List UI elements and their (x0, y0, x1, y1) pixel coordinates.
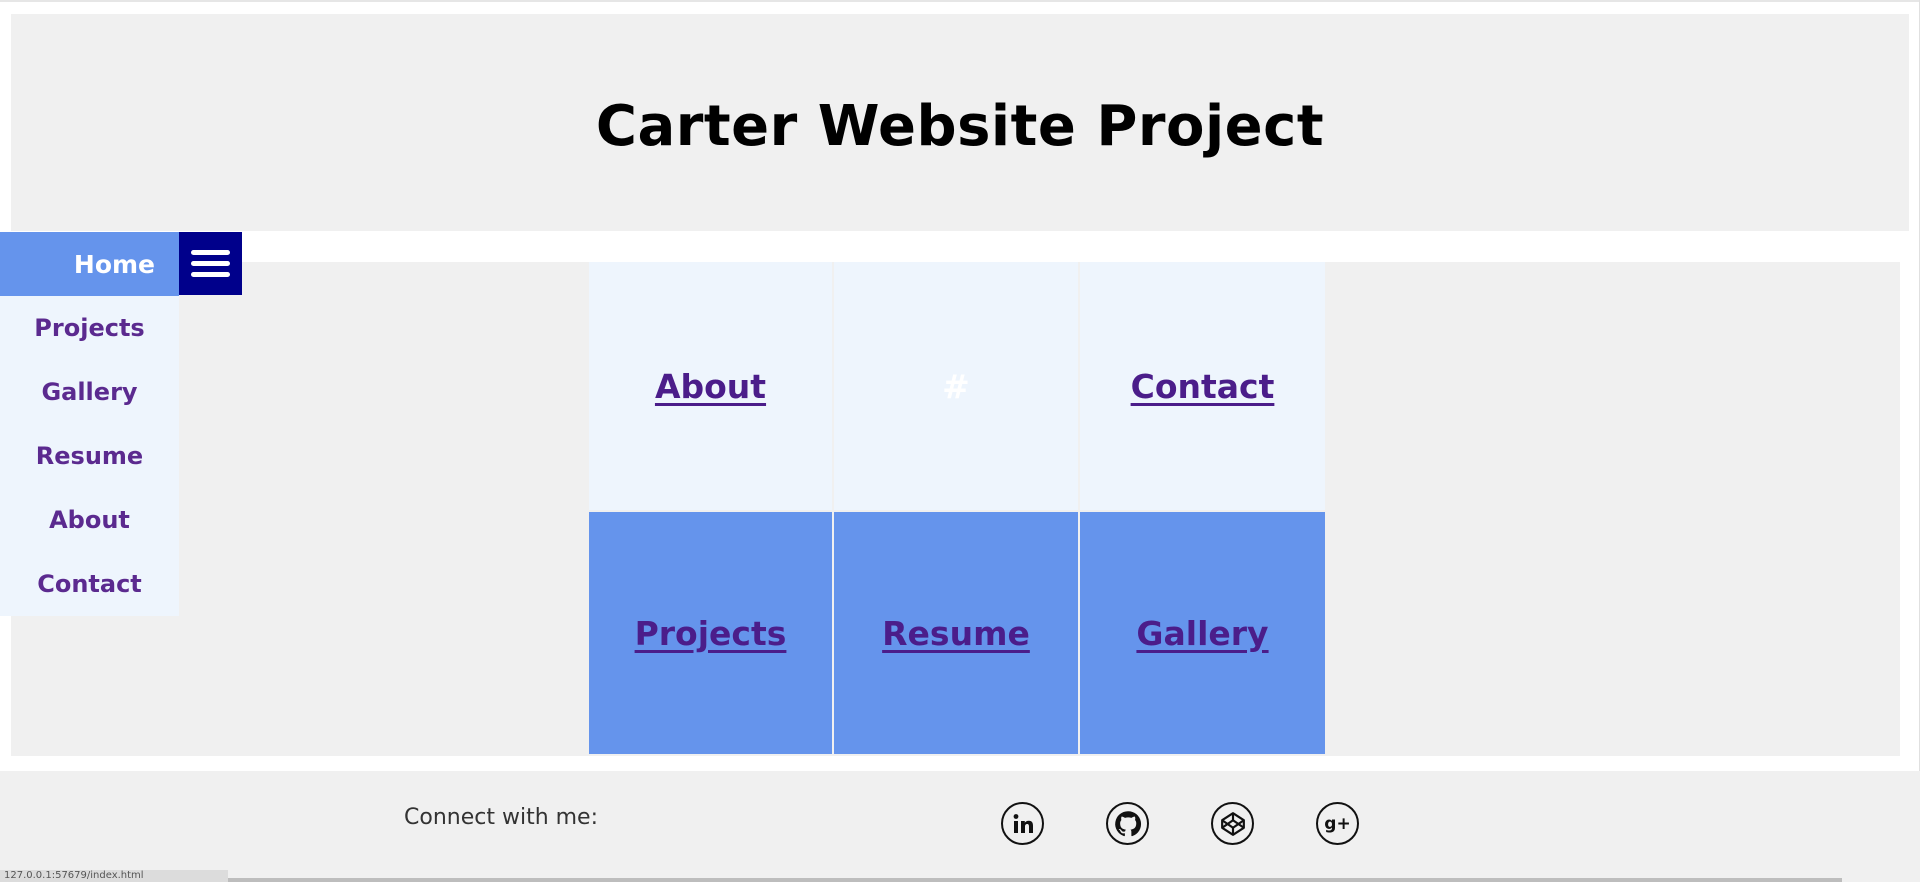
tile-about[interactable]: About (589, 262, 832, 510)
linkedin-icon[interactable] (1001, 802, 1044, 845)
tile-hash[interactable]: # (834, 262, 1078, 510)
side-nav: Home Projects Gallery Resume About Conta… (0, 232, 179, 616)
tile-contact[interactable]: Contact (1080, 262, 1325, 510)
connect-label: Connect with me: (404, 805, 599, 830)
status-url-hint: 127.0.0.1:57679/index.html (0, 870, 228, 882)
page-title: Carter Website Project (595, 94, 1325, 159)
hamburger-bar (191, 261, 230, 266)
nav-item-resume[interactable]: Resume (0, 424, 179, 488)
github-icon[interactable] (1106, 802, 1149, 845)
codepen-glyph (1220, 811, 1245, 836)
nav-item-about[interactable]: About (0, 488, 179, 552)
hamburger-bar (191, 272, 230, 277)
google-plus-icon[interactable]: g+ (1316, 802, 1359, 845)
nav-item-contact[interactable]: Contact (0, 552, 179, 616)
github-glyph (1114, 810, 1141, 836)
linkedin-glyph (1013, 813, 1033, 833)
codepen-icon[interactable] (1211, 802, 1254, 845)
footer (0, 771, 1920, 882)
nav-item-gallery[interactable]: Gallery (0, 360, 179, 424)
horizontal-scrollbar[interactable] (228, 878, 1842, 882)
page-header: Carter Website Project (11, 14, 1909, 231)
nav-item-home[interactable]: Home (0, 232, 179, 296)
nav-item-projects[interactable]: Projects (0, 296, 179, 360)
tile-gallery[interactable]: Gallery (1080, 512, 1325, 754)
hamburger-bar (191, 250, 230, 255)
tile-grid: About # Contact Projects Resume Gallery (589, 262, 1325, 754)
hamburger-icon[interactable] (179, 232, 242, 295)
tile-resume[interactable]: Resume (834, 512, 1078, 754)
tile-projects[interactable]: Projects (589, 512, 832, 754)
top-border (0, 0, 1920, 2)
google-plus-glyph: g+ (1324, 813, 1351, 834)
